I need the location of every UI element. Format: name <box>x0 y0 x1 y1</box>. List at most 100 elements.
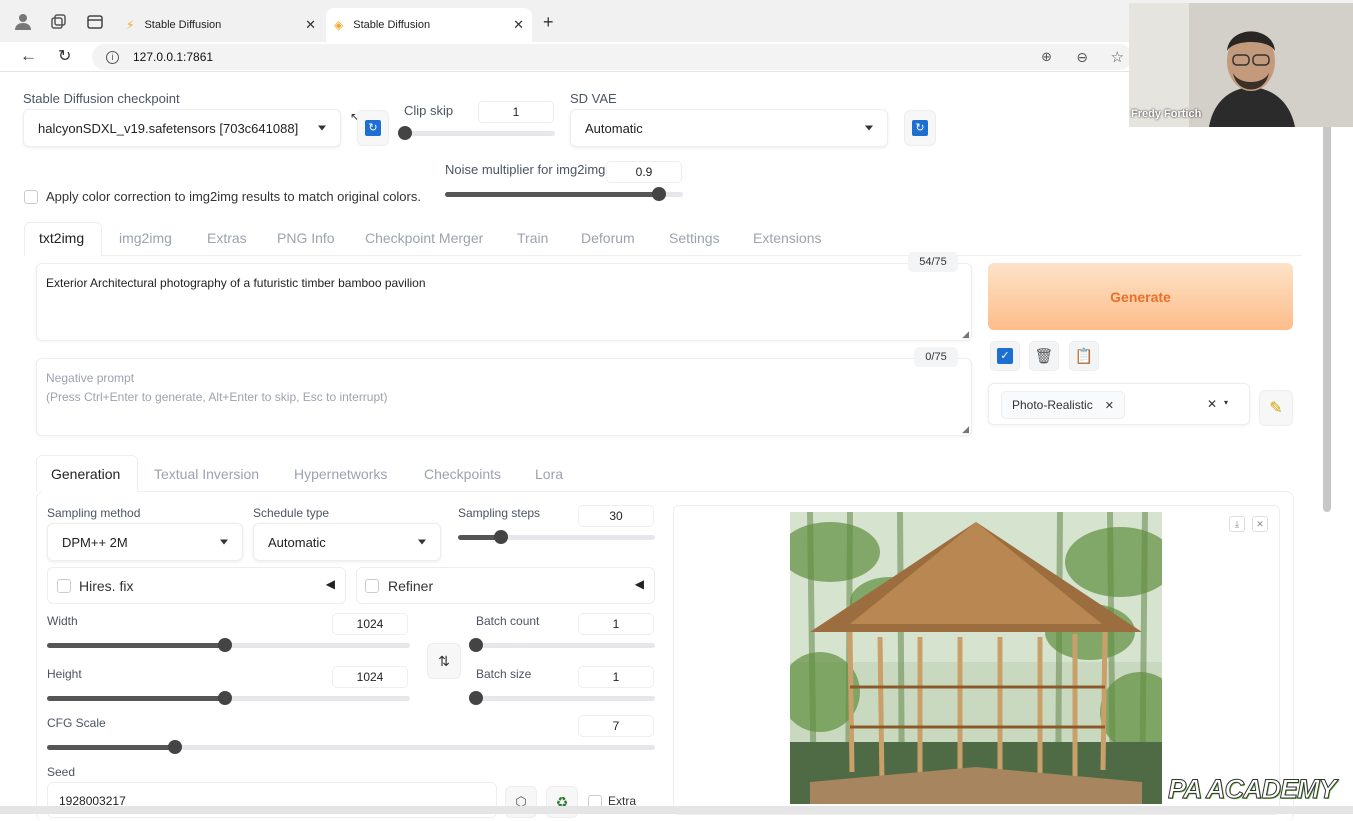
tab-generation[interactable]: Generation <box>51 466 120 482</box>
sampling-method-select[interactable]: DPM++ 2M <box>47 523 243 561</box>
slider-fill <box>47 696 225 701</box>
checkpoint-select[interactable]: halcyonSDXL_v19.safetensors [703c641088] <box>23 109 341 147</box>
paste-button[interactable]: 📋 <box>1069 341 1099 371</box>
tab-extensions[interactable]: Extensions <box>753 230 821 246</box>
cfg-scale-label: CFG Scale <box>47 716 106 730</box>
tab-deforum[interactable]: Deforum <box>581 230 635 246</box>
batch-count-input[interactable]: 1 <box>578 613 654 635</box>
swap-icon: ⇅ <box>438 652 450 669</box>
height-slider[interactable] <box>47 691 410 705</box>
zoom-icon[interactable]: ⊕ <box>1041 49 1052 65</box>
browser-tab-2[interactable]: ◈ Stable Diffusion ✕ <box>326 8 532 42</box>
swap-dimensions-button[interactable]: ⇅ <box>427 643 461 679</box>
schedule-type-select[interactable]: Automatic <box>253 523 441 561</box>
resize-handle-icon[interactable]: ◢ <box>962 424 969 435</box>
tab-txt2img[interactable]: txt2img <box>39 230 84 246</box>
width-slider[interactable] <box>47 638 410 652</box>
tab-lora[interactable]: Lora <box>535 466 563 482</box>
tab-settings[interactable]: Settings <box>669 230 720 246</box>
clip-skip-slider[interactable] <box>398 126 555 140</box>
batch-count-slider[interactable] <box>469 638 655 652</box>
refresh-checkpoint-button[interactable]: ↻ <box>357 110 389 146</box>
cfg-scale-slider[interactable] <box>47 740 655 754</box>
page-scrollbar[interactable] <box>1323 120 1331 512</box>
favorite-star-icon[interactable]: ☆ <box>1111 48 1124 66</box>
batch-size-label: Batch size <box>476 667 532 681</box>
slider-thumb[interactable] <box>652 187 667 201</box>
clipboard-icon: 📋 <box>1074 348 1094 365</box>
cfg-scale-input[interactable]: 7 <box>578 715 654 737</box>
reload-icon[interactable]: ↻ <box>58 46 71 66</box>
tab-checkpoint-merger[interactable]: Checkpoint Merger <box>365 230 483 246</box>
resize-handle-icon[interactable]: ◢ <box>962 329 969 340</box>
tab-png-info[interactable]: PNG Info <box>277 230 335 246</box>
width-input[interactable]: 1024 <box>332 613 408 635</box>
noise-multiplier-slider[interactable] <box>445 187 683 201</box>
sd-vae-select[interactable]: Automatic <box>570 109 888 147</box>
back-icon[interactable]: ← <box>20 46 37 66</box>
refresh-vae-button[interactable]: ↻ <box>904 110 936 146</box>
chip-remove-icon[interactable]: ✕ <box>1105 399 1114 412</box>
sampling-steps-slider[interactable] <box>458 530 655 544</box>
negative-prompt-textarea[interactable]: Negative prompt (Press Ctrl+Enter to gen… <box>36 358 972 436</box>
hires-fix-checkbox[interactable] <box>57 579 71 593</box>
clear-all-icon[interactable]: ✕ <box>1207 397 1217 411</box>
url-field[interactable]: i 127.0.0.1:7861 ⊕ ⊖ ☆ <box>92 44 1132 70</box>
slider-fill <box>47 643 225 648</box>
slider-thumb[interactable] <box>398 126 412 140</box>
tab-checkpoints[interactable]: Checkpoints <box>424 466 501 482</box>
collapse-arrow-icon[interactable]: ◀ <box>326 577 335 591</box>
clip-skip-input[interactable]: 1 <box>478 101 554 123</box>
bottom-edge <box>0 806 1353 814</box>
tab-close-icon[interactable]: ✕ <box>305 17 316 33</box>
trash-icon: 🗑 <box>1034 348 1054 365</box>
color-correction-checkbox[interactable] <box>24 190 38 204</box>
url-text: 127.0.0.1:7861 <box>133 50 214 64</box>
height-input[interactable]: 1024 <box>332 666 408 688</box>
batch-size-slider[interactable] <box>469 691 655 705</box>
generated-image[interactable] <box>790 512 1162 804</box>
noise-multiplier-input[interactable]: 0.9 <box>606 161 682 183</box>
refiner-label: Refiner <box>388 578 434 594</box>
styles-toggle-button[interactable]: ✓ <box>990 341 1020 371</box>
refiner-accordion[interactable]: Refiner ◀ <box>356 567 655 604</box>
checkpoint-value: halcyonSDXL_v19.safetensors [703c641088] <box>38 120 299 136</box>
chevron-down-icon <box>318 125 326 131</box>
sampling-steps-input[interactable]: 30 <box>578 505 654 527</box>
hires-fix-accordion[interactable]: Hires. fix ◀ <box>47 567 346 604</box>
slider-thumb[interactable] <box>469 691 483 705</box>
slider-thumb[interactable] <box>469 638 483 652</box>
clear-prompt-button[interactable]: 🗑 <box>1029 341 1059 371</box>
tab-title: Stable Diffusion <box>353 19 431 31</box>
info-icon[interactable]: i <box>106 50 119 64</box>
generate-button[interactable]: Generate <box>988 263 1293 330</box>
download-icon[interactable]: ⤓ <box>1229 516 1245 532</box>
edit-styles-button[interactable]: ✎ <box>1259 390 1293 426</box>
tab-close-icon[interactable]: ✕ <box>513 17 524 33</box>
tab-hypernetworks[interactable]: Hypernetworks <box>294 466 387 482</box>
refiner-checkbox[interactable] <box>365 579 379 593</box>
chevron-down-icon[interactable]: ▾ <box>1224 398 1228 407</box>
tab-actions-icon[interactable] <box>87 14 103 30</box>
browser-tab-1[interactable]: ⚡ Stable Diffusion ✕ <box>118 8 324 42</box>
close-icon[interactable]: ✕ <box>1252 516 1268 532</box>
tab-train[interactable]: Train <box>517 230 548 246</box>
slider-thumb[interactable] <box>167 740 182 754</box>
batch-size-input[interactable]: 1 <box>578 666 654 688</box>
profile-icon[interactable] <box>14 12 32 30</box>
tab-textual-inversion[interactable]: Textual Inversion <box>154 466 259 482</box>
more-icon[interactable]: ⊖ <box>1076 49 1088 66</box>
main-tabs-divider <box>102 255 1302 256</box>
styles-dropdown[interactable]: Photo-Realistic ✕ ✕ ▾ <box>988 383 1250 425</box>
tab-img2img[interactable]: img2img <box>119 230 172 246</box>
prompt-textarea[interactable]: Exterior Architectural photography of a … <box>36 263 972 341</box>
style-chip: Photo-Realistic ✕ <box>1001 391 1125 419</box>
workspaces-icon[interactable] <box>50 14 66 30</box>
new-tab-icon[interactable]: + <box>543 12 554 33</box>
slider-thumb[interactable] <box>217 691 232 705</box>
chevron-down-icon <box>865 125 873 131</box>
slider-thumb[interactable] <box>217 638 232 652</box>
tab-extras[interactable]: Extras <box>207 230 247 246</box>
sampling-method-label: Sampling method <box>47 506 141 520</box>
collapse-arrow-icon[interactable]: ◀ <box>635 577 644 591</box>
